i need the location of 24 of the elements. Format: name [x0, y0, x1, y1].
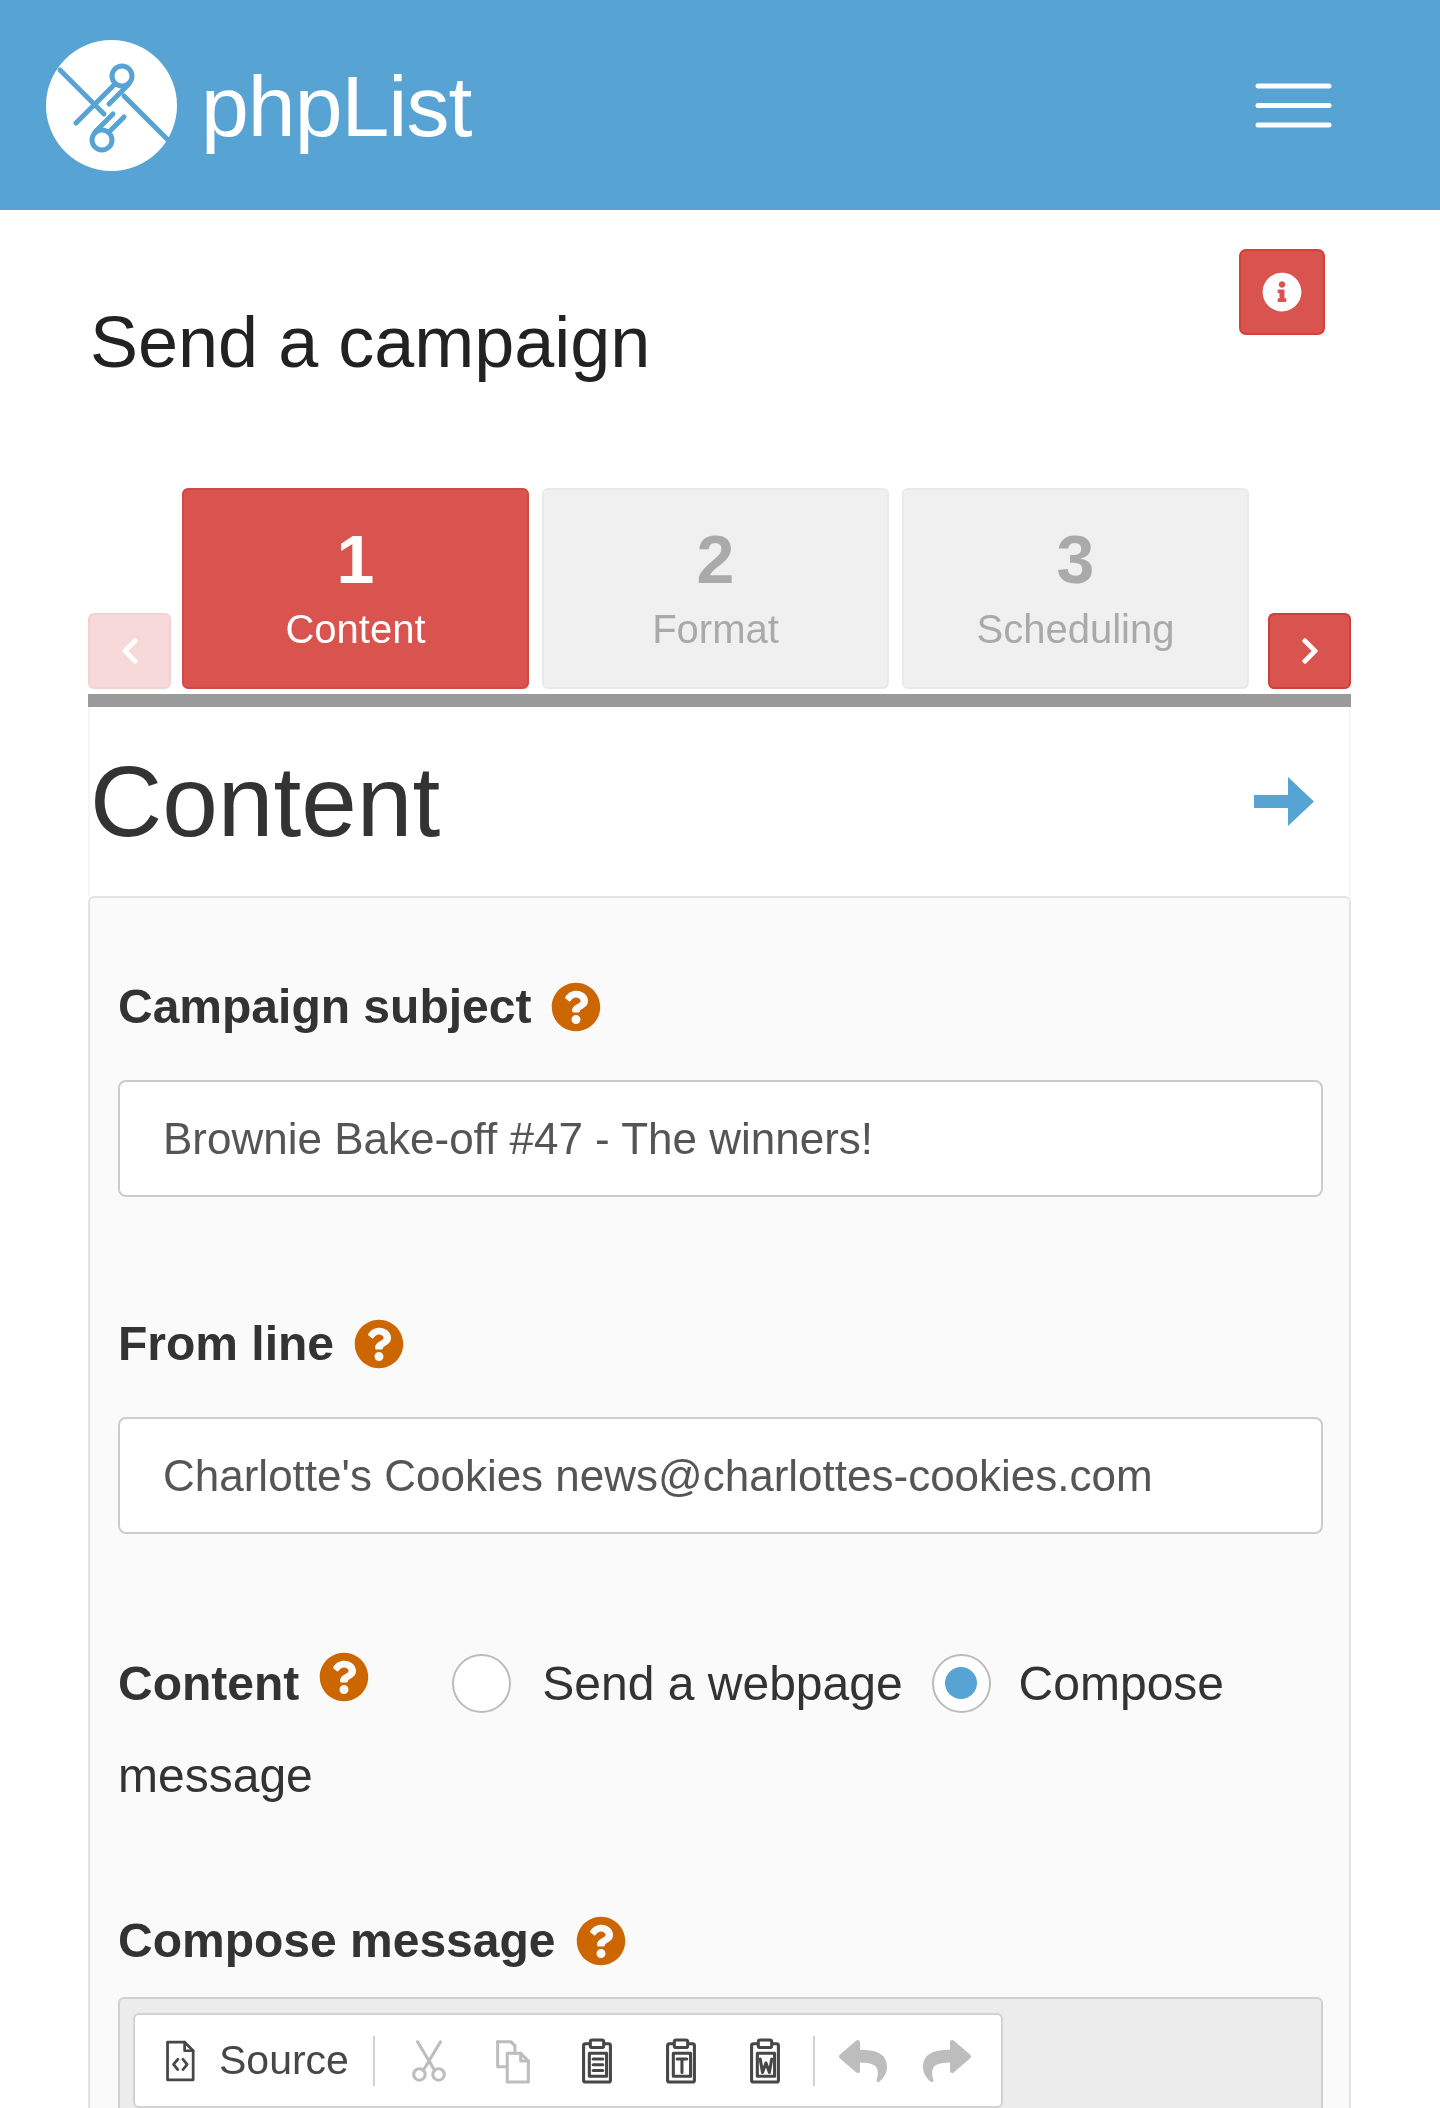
info-button[interactable]	[1239, 249, 1325, 335]
field-label: From line	[118, 1316, 335, 1372]
text-input[interactable]: Charlotte's Cookies news@charlottes-cookies.com	[118, 1417, 1323, 1534]
field-label: Compose message	[118, 1913, 556, 1969]
help-icon[interactable]	[575, 1916, 626, 1966]
logo-icon	[46, 39, 177, 171]
help-icon[interactable]	[354, 1319, 405, 1369]
help-icon[interactable]	[551, 982, 602, 1032]
info-icon	[1262, 272, 1302, 312]
menu-icon[interactable]	[1255, 82, 1332, 128]
source-button[interactable]: Source	[147, 2025, 361, 2096]
help-icon[interactable]	[319, 1652, 370, 1702]
radio-label[interactable]: Send a webpage	[542, 1657, 903, 1710]
text-input[interactable]: Brownie Bake-off #47 - The winners!	[118, 1080, 1323, 1197]
section-title: Content	[90, 744, 441, 859]
page-title: Send a campaign	[90, 301, 651, 384]
brand-name: phpList	[201, 57, 472, 157]
field-label: Campaign subject	[118, 979, 532, 1035]
radio-label[interactable]: message	[118, 1749, 313, 1802]
step-tab[interactable]: 1 Content	[182, 488, 529, 689]
field-label: Content	[118, 1657, 300, 1710]
next-button[interactable]	[1268, 613, 1351, 689]
radio-label[interactable]: Compose	[1018, 1657, 1225, 1710]
arrow-right-icon[interactable]	[1252, 775, 1315, 827]
